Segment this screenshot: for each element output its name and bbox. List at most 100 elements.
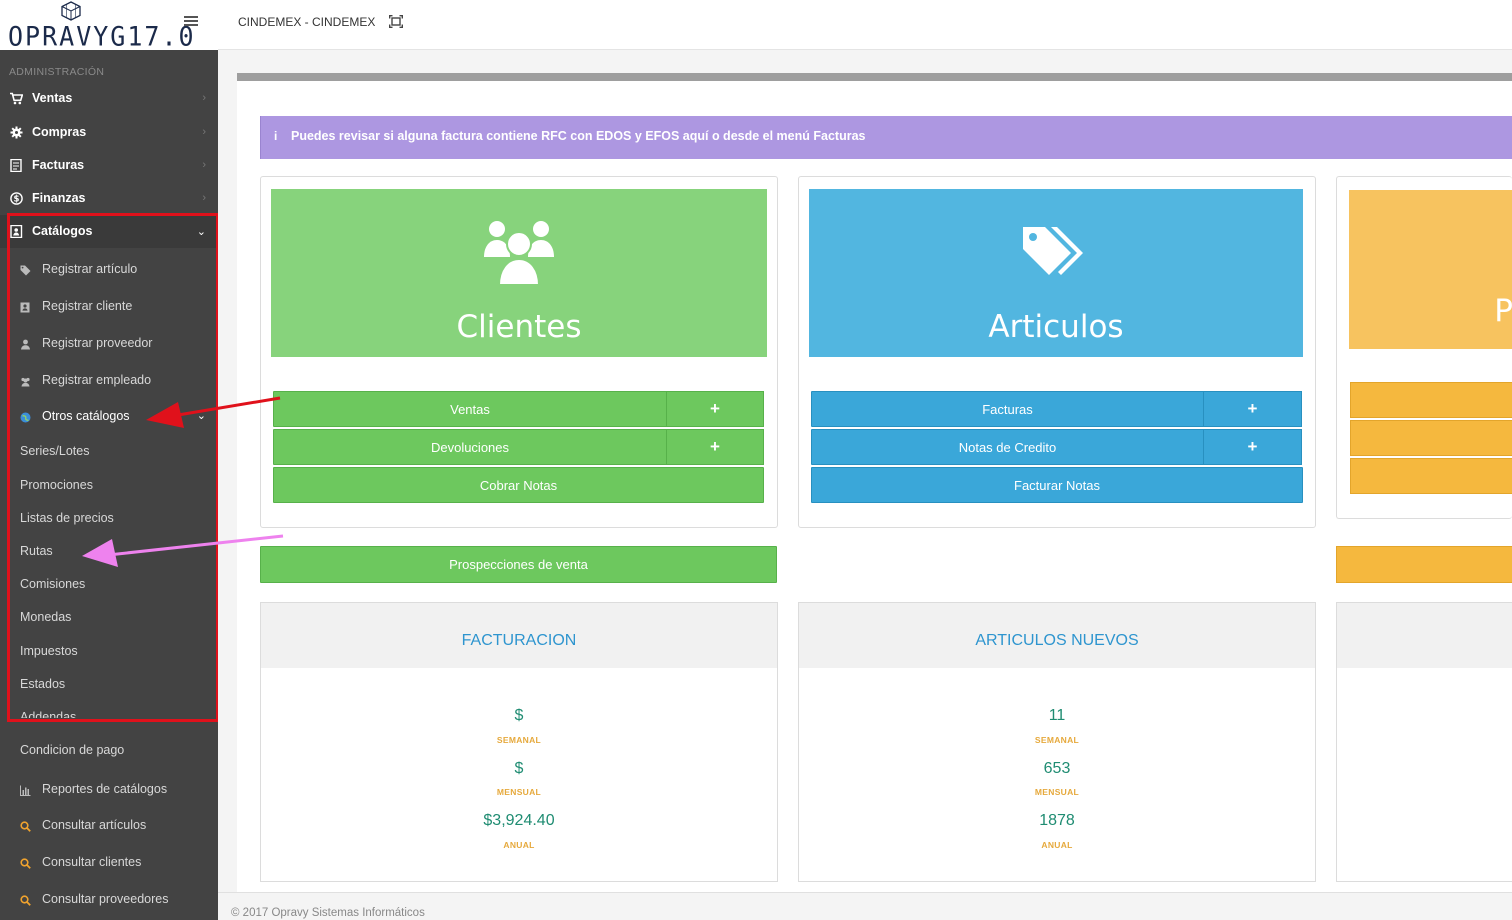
fullscreen-icon[interactable] [389, 15, 403, 28]
gear-icon [10, 126, 23, 139]
cobrar-notas-button[interactable]: Cobrar Notas [273, 467, 764, 503]
facturacion-stats: FACTURACION $ SEMANAL $ MENSUAL $3,924.4… [260, 602, 778, 882]
stat-label-semanal: SEMANAL [1034, 735, 1080, 745]
notas-credito-button[interactable]: Notas de Credito [811, 429, 1204, 465]
sidebar-subitem-label: Consultar clientes [42, 855, 142, 869]
footer-text: © 2017 Opravy Sistemas Informáticos [231, 907, 425, 919]
third-title: P [1494, 293, 1512, 329]
third-button-1[interactable] [1350, 382, 1512, 418]
facturas-button[interactable]: Facturas [811, 391, 1204, 427]
stat-label-anual: ANUAL [1041, 840, 1073, 850]
third-button-2[interactable] [1350, 420, 1512, 456]
sidebar-item-label: Compras [32, 125, 87, 139]
search-icon [20, 895, 31, 906]
chevron-down-icon: ⌄ [196, 410, 206, 422]
add-nota-credito-button[interactable]: + [1203, 429, 1302, 465]
sidebar-item-facturas[interactable]: Facturas › [0, 149, 218, 182]
sidebar-item-label: Catálogos [32, 224, 93, 238]
globe-icon [20, 412, 31, 423]
sidebar-subitem-label: Registrar empleado [42, 373, 152, 387]
stat-label-mensual: MENSUAL [1034, 787, 1080, 797]
users-icon [484, 221, 554, 286]
info-icon: i [274, 129, 278, 143]
sidebar-otros-series-lotes[interactable]: Series/Lotes [20, 444, 89, 458]
sidebar-otros-listas-precios[interactable]: Listas de precios [20, 511, 114, 525]
chevron-right-icon: › [202, 159, 206, 171]
logo-text: OPRAVYG17.0 [8, 21, 196, 52]
sidebar-subitem-otros-catalogos[interactable]: Otros catálogos ⌄ [0, 400, 218, 433]
sidebar-subitem-registrar-cliente[interactable]: Registrar cliente [0, 290, 218, 323]
sidebar-subitem-label: Registrar proveedor [42, 336, 153, 350]
third-card: P [1336, 176, 1512, 519]
clientes-title: Clientes [456, 309, 582, 345]
search-icon [20, 821, 31, 832]
sidebar-item-catalogos[interactable]: Catálogos ⌄ [0, 215, 218, 248]
company-name: CINDEMEX - CINDEMEX [238, 15, 376, 29]
info-alert[interactable]: i Puedes revisar si alguna factura conti… [260, 116, 1512, 159]
sidebar-subitem-label: Registrar artículo [42, 262, 138, 276]
sidebar-otros-promociones[interactable]: Promociones [20, 478, 93, 492]
chevron-right-icon: › [202, 92, 206, 104]
sidebar-subitem-consultar-clientes[interactable]: Consultar clientes [0, 846, 218, 879]
sidebar-subitem-label: Otros catálogos [42, 409, 130, 423]
sidebar-subitem-consultar-articulos[interactable]: Consultar artículos [0, 809, 218, 842]
devoluciones-button[interactable]: Devoluciones [273, 429, 667, 465]
sidebar-item-ventas[interactable]: Ventas › [0, 82, 218, 115]
ventas-button[interactable]: Ventas [273, 391, 667, 427]
sidebar: ADMINISTRACIÓN Ventas › Compras › Factur… [0, 50, 218, 920]
sidebar-subitem-reportes-catalogos[interactable]: Reportes de catálogos [0, 773, 218, 806]
footer: © 2017 Opravy Sistemas Informáticos [218, 892, 1512, 920]
stat-header [1337, 603, 1512, 668]
catalog-icon [10, 225, 23, 238]
bar-chart-icon [20, 785, 31, 796]
sidebar-otros-monedas[interactable]: Monedas [20, 610, 71, 624]
sidebar-subitem-label: Consultar proveedores [42, 892, 169, 906]
sidebar-otros-rutas[interactable]: Rutas [20, 544, 53, 558]
add-devolucion-button[interactable]: + [666, 429, 764, 465]
add-factura-button[interactable]: + [1203, 391, 1302, 427]
tags-icon [1023, 227, 1083, 275]
address-book-icon [20, 302, 30, 313]
sidebar-subitem-registrar-proveedor[interactable]: Registrar proveedor [0, 327, 218, 360]
stat-label-mensual: MENSUAL [496, 787, 542, 797]
facturar-notas-button[interactable]: Facturar Notas [811, 467, 1303, 503]
stat-value-semanal: 11 [1048, 707, 1066, 724]
sidebar-subitem-label: Reportes de catálogos [42, 782, 168, 796]
tags-icon [20, 265, 31, 276]
stat-value-anual: 1878 [1039, 812, 1075, 829]
top-bar: OPRAVYG17.0 CINDEMEX - CINDEMEX [0, 0, 1512, 52]
sidebar-otros-addendas[interactable]: Addendas [20, 710, 76, 718]
articulos-hero[interactable]: Articulos [809, 189, 1303, 357]
user-icon [21, 339, 30, 350]
sidebar-item-compras[interactable]: Compras › [0, 116, 218, 149]
sidebar-item-finanzas[interactable]: $ Finanzas › [0, 182, 218, 215]
sidebar-otros-estados[interactable]: Estados [20, 677, 65, 691]
sidebar-otros-condicion-pago[interactable]: Condicion de pago [20, 743, 124, 757]
chevron-down-icon: ⌄ [196, 226, 206, 238]
clientes-hero[interactable]: Clientes [271, 189, 767, 357]
sidebar-subitem-consultar-proveedores[interactable]: Consultar proveedores [0, 883, 218, 916]
stat-label-semanal: SEMANAL [496, 735, 542, 745]
prospecciones-button[interactable]: Prospecciones de venta [260, 546, 777, 583]
main-content: i Puedes revisar si alguna factura conti… [218, 50, 1512, 920]
sidebar-otros-impuestos[interactable]: Impuestos [20, 644, 78, 658]
stat-value-mensual: $ [514, 760, 524, 777]
cart-icon [10, 92, 23, 105]
stat-label-anual: ANUAL [503, 840, 535, 850]
sidebar-subitem-label: Consultar artículos [42, 818, 147, 832]
third-wide-button[interactable] [1336, 546, 1512, 583]
clientes-card: Clientes Ventas + Devoluciones + Cobrar … [260, 176, 778, 528]
sidebar-subitem-registrar-articulo[interactable]: Registrar artículo [0, 253, 218, 286]
sidebar-item-label: Facturas [32, 158, 85, 172]
stat-title: FACTURACION [461, 632, 577, 649]
chevron-right-icon: › [202, 126, 206, 138]
stat-value-semanal: $ [514, 707, 524, 724]
sidebar-otros-comisiones[interactable]: Comisiones [20, 577, 85, 591]
sidebar-subitem-registrar-empleado[interactable]: Registrar empleado [0, 364, 218, 397]
add-venta-button[interactable]: + [666, 391, 764, 427]
third-button-3[interactable] [1350, 458, 1512, 494]
hamburger-menu-icon[interactable] [184, 16, 198, 28]
svg-text:$: $ [14, 195, 20, 205]
third-hero[interactable]: P [1349, 190, 1512, 349]
sidebar-subitem-label: Registrar cliente [42, 299, 133, 313]
